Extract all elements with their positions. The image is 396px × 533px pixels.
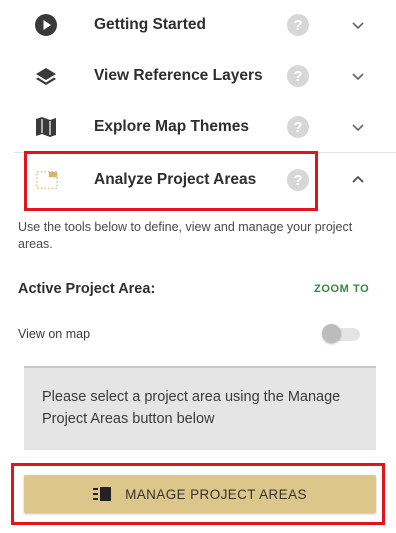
- play-circle-icon: [35, 14, 57, 36]
- help-icon[interactable]: ?: [287, 14, 309, 36]
- project-area-icon: [36, 171, 58, 189]
- help-icon[interactable]: ?: [287, 169, 309, 191]
- chevron-down-icon[interactable]: [350, 68, 366, 84]
- accordion-label: Analyze Project Areas: [94, 171, 257, 188]
- chevron-up-icon[interactable]: [350, 172, 366, 188]
- notice-box: Please select a project area using the M…: [24, 366, 376, 450]
- accordion-label: Explore Map Themes: [94, 118, 250, 135]
- accordion-label: Getting Started: [94, 16, 206, 33]
- manage-button-label: MANAGE PROJECT AREAS: [125, 486, 307, 502]
- toggle-knob: [322, 324, 341, 343]
- accordion-view-reference-layers[interactable]: View Reference Layers ?: [0, 51, 396, 101]
- chevron-down-icon[interactable]: [350, 119, 366, 135]
- accordion-explore-map-themes[interactable]: Explore Map Themes ?: [0, 102, 396, 152]
- chevron-down-icon[interactable]: [350, 17, 366, 33]
- map-icon: [36, 117, 56, 137]
- view-on-map-label: View on map: [18, 327, 91, 341]
- accordion-analyze-project-areas[interactable]: Analyze Project Areas ?: [0, 155, 396, 205]
- help-icon[interactable]: ?: [287, 65, 309, 87]
- divider: [14, 152, 396, 153]
- list-icon: [93, 487, 112, 501]
- view-on-map-toggle[interactable]: [322, 324, 362, 343]
- accordion-getting-started[interactable]: Getting Started ?: [0, 0, 396, 50]
- layers-icon: [36, 68, 56, 85]
- panel-description: Use the tools below to define, view and …: [18, 220, 353, 251]
- help-icon[interactable]: ?: [287, 116, 309, 138]
- manage-project-areas-button[interactable]: MANAGE PROJECT AREAS: [24, 475, 376, 513]
- active-project-area-label: Active Project Area:: [18, 281, 156, 297]
- zoom-to-link[interactable]: ZOOM TO: [314, 283, 369, 295]
- notice-text: Please select a project area using the M…: [42, 389, 341, 427]
- accordion-label: View Reference Layers: [94, 67, 263, 84]
